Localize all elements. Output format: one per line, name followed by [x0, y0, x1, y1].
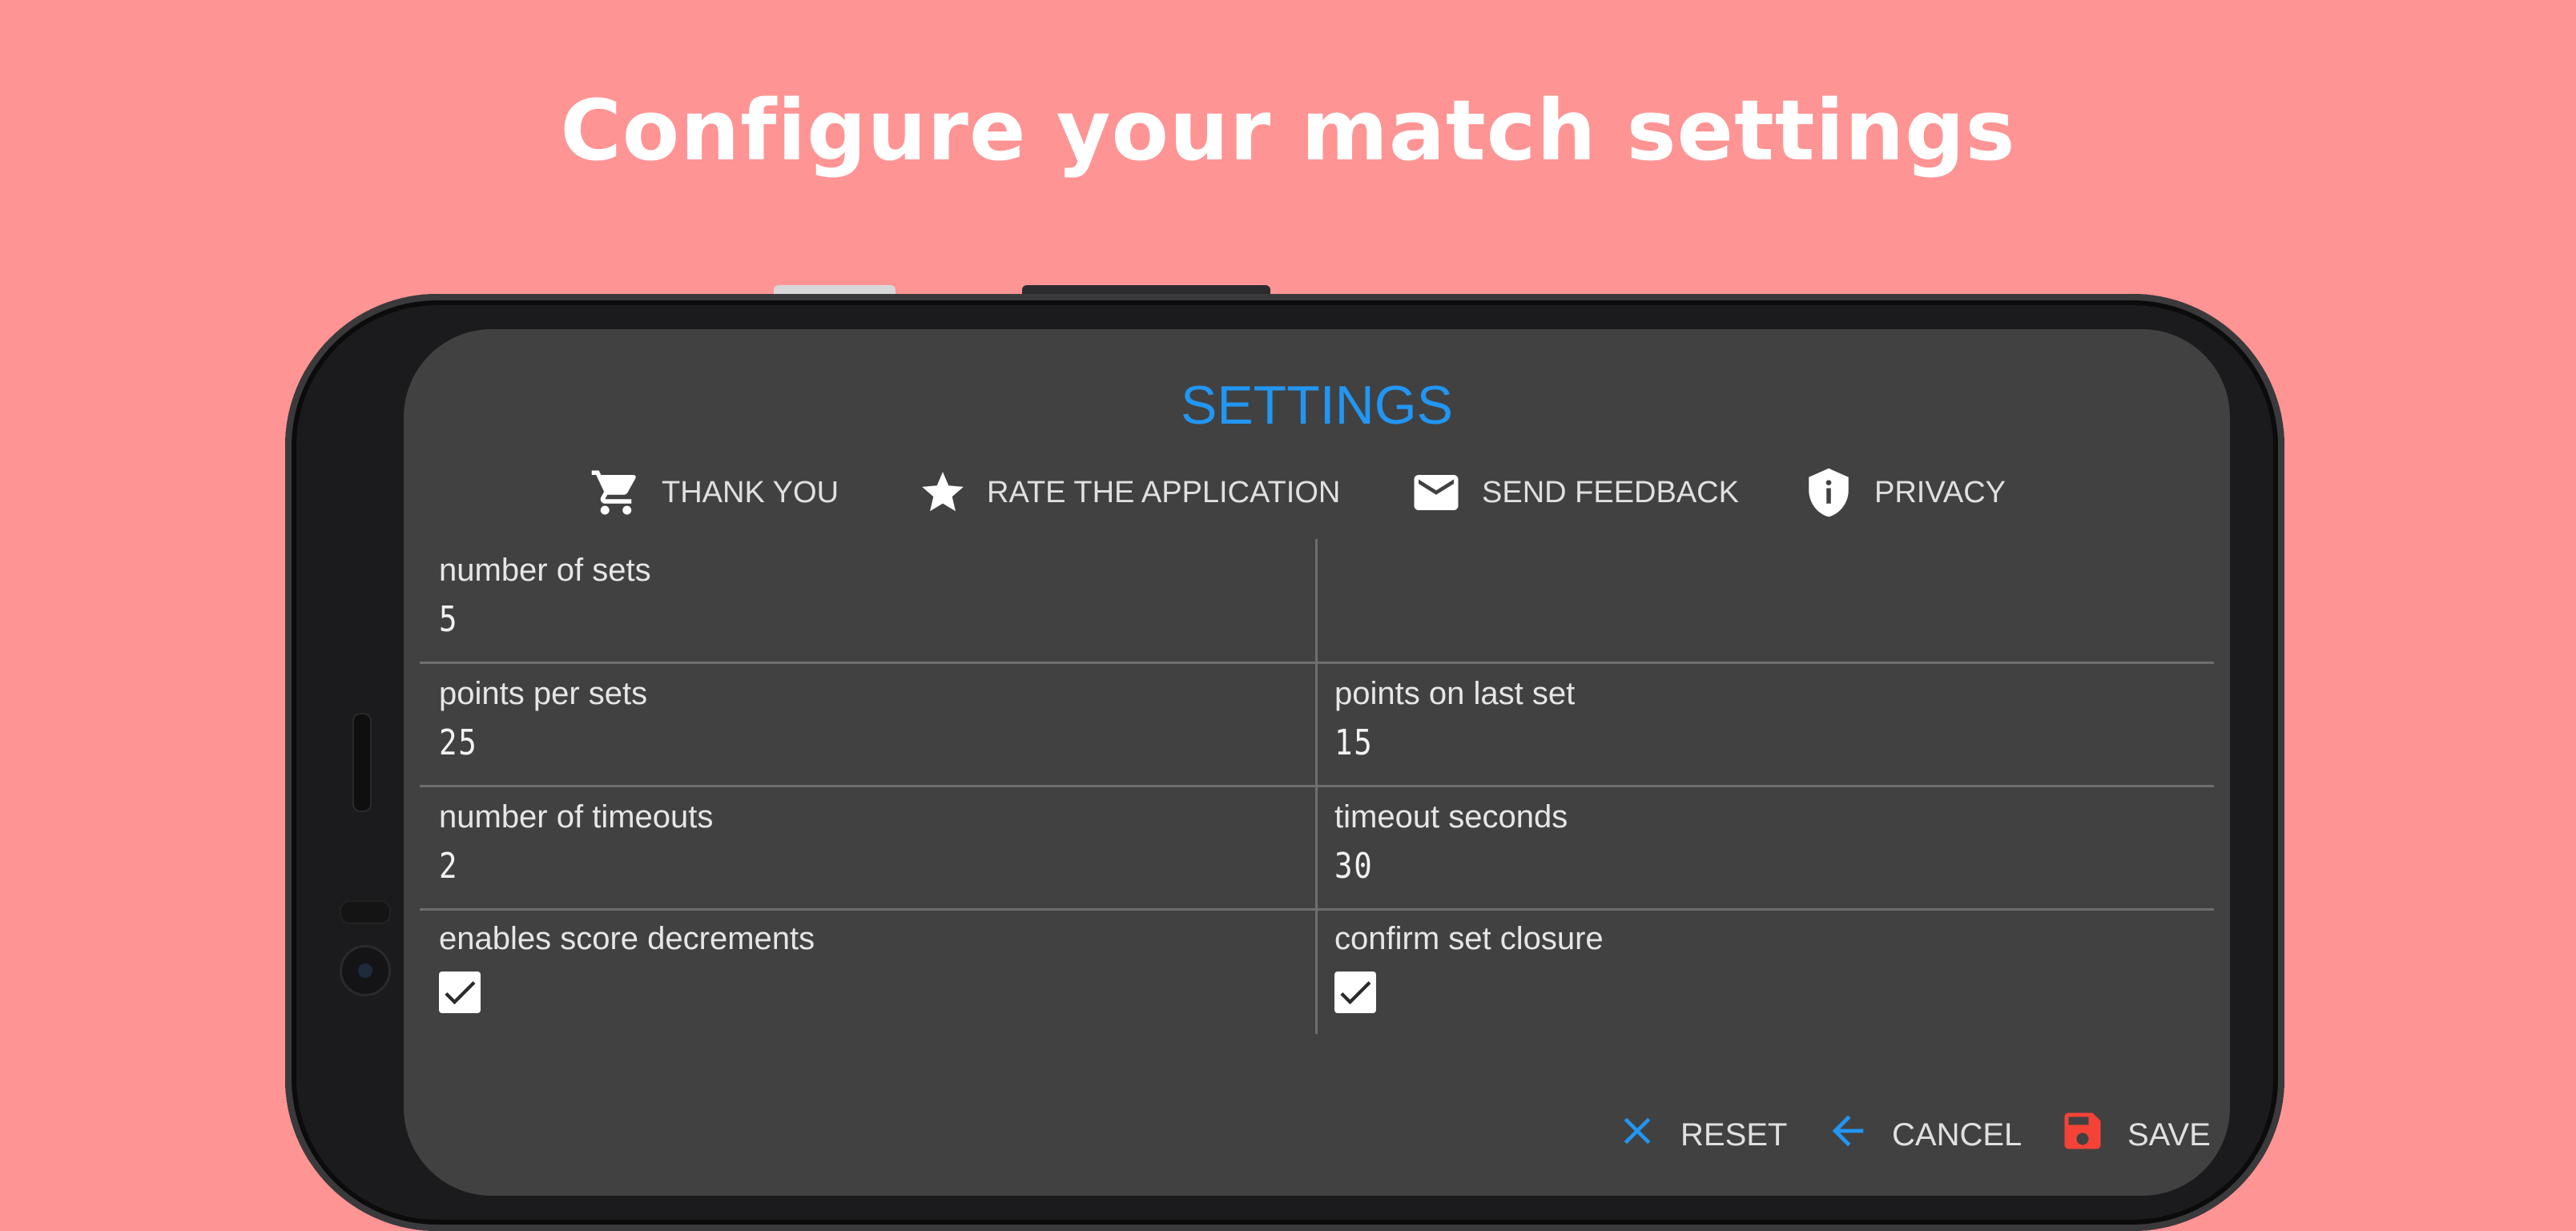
phone-camera: [340, 945, 391, 996]
close-icon: [1615, 1108, 1660, 1161]
grid-divider: [420, 662, 2214, 664]
menu-privacy[interactable]: PRIVACY: [1802, 453, 2006, 533]
check-icon: [1340, 981, 1371, 1005]
save-icon: [2059, 1107, 2107, 1163]
field-value[interactable]: 2: [439, 847, 458, 887]
grid-divider: [420, 908, 2214, 911]
cancel-button[interactable]: CANCEL: [1825, 1095, 2022, 1175]
menu-rate-the-application[interactable]: RATE THE APPLICATION: [918, 453, 1340, 533]
field-label: points on last set: [1334, 676, 1576, 711]
menu-thank-you[interactable]: THANK YOU: [590, 453, 839, 533]
mail-icon: [1410, 466, 1463, 519]
field-value[interactable]: 15: [1334, 723, 1373, 763]
field-label: enables score decrements: [439, 921, 815, 956]
phone-speaker: [352, 713, 372, 812]
headline: Configure your match settings: [560, 82, 2016, 179]
action-label: CANCEL: [1892, 1116, 2023, 1153]
field-label: number of sets: [439, 553, 651, 588]
menu-label: RATE THE APPLICATION: [987, 475, 1341, 509]
field-value[interactable]: 25: [439, 723, 477, 763]
field-value[interactable]: 5: [439, 600, 458, 640]
action-label: RESET: [1680, 1116, 1788, 1153]
shield-info-icon: [1802, 466, 1855, 519]
action-label: SAVE: [2127, 1116, 2211, 1153]
settings-title: SETTINGS: [1180, 375, 1454, 436]
phone-sensor: [340, 900, 391, 924]
field-label: confirm set closure: [1334, 921, 1604, 956]
grid-divider: [420, 785, 2214, 787]
menu-label: PRIVACY: [1874, 475, 2006, 509]
cart-icon: [590, 466, 642, 519]
field-label: timeout seconds: [1334, 799, 1568, 835]
field-label: points per sets: [439, 676, 648, 711]
menu-label: THANK YOU: [662, 475, 839, 509]
check-icon: [445, 981, 476, 1005]
star-icon: [918, 468, 968, 517]
field-label: number of timeouts: [439, 799, 714, 835]
score-decrements-checkbox[interactable]: [439, 972, 481, 1013]
confirm-set-closure-checkbox[interactable]: [1334, 972, 1376, 1013]
menu-label: SEND FEEDBACK: [1482, 475, 1739, 509]
menu-send-feedback[interactable]: SEND FEEDBACK: [1410, 453, 1739, 533]
save-button[interactable]: SAVE: [2059, 1095, 2211, 1175]
reset-button[interactable]: RESET: [1615, 1095, 1787, 1175]
arrow-left-icon: [1825, 1108, 1871, 1162]
field-value[interactable]: 30: [1334, 847, 1373, 887]
settings-screen: SETTINGS THANK YOU RATE THE APPLICATION …: [404, 329, 2230, 1196]
